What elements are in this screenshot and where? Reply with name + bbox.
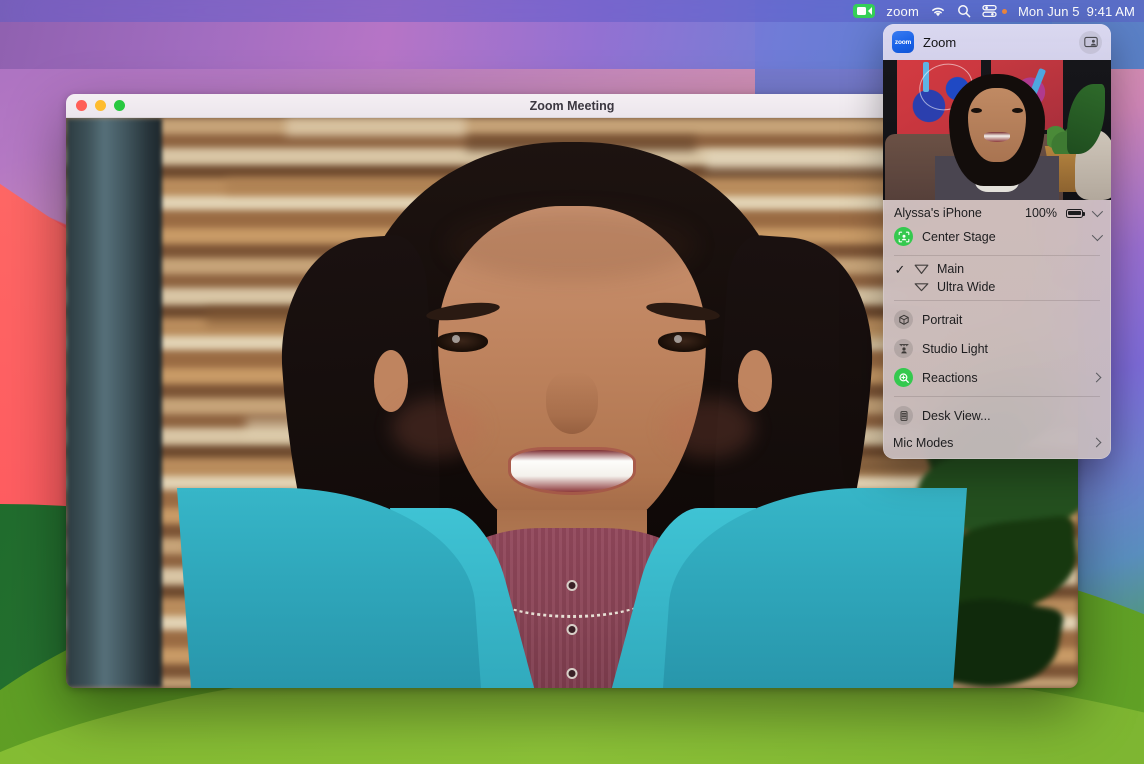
video-control-center-panel: zoom Zoom Alyssa bbox=[883, 24, 1111, 459]
camera-option-main[interactable]: ✓ Main bbox=[883, 260, 1111, 278]
menu-bar-zoom-app[interactable]: zoom bbox=[886, 0, 919, 22]
effect-row-studio-light[interactable]: Studio Light bbox=[883, 334, 1111, 363]
effect-row-reactions[interactable]: Reactions bbox=[883, 363, 1111, 392]
camera-preview[interactable] bbox=[883, 60, 1111, 200]
menu-bar-time[interactable]: 9:41 AM bbox=[1087, 4, 1135, 19]
camera-option-ultra-wide[interactable]: Ultra Wide bbox=[883, 278, 1111, 296]
maximize-button[interactable] bbox=[114, 100, 125, 111]
panel-app-name: Zoom bbox=[923, 35, 1070, 50]
participant-necklace bbox=[491, 570, 653, 618]
panel-app-header: zoom Zoom bbox=[883, 24, 1111, 60]
divider bbox=[894, 300, 1100, 301]
device-info-row[interactable]: Alyssa's iPhone 100% bbox=[883, 200, 1111, 222]
menu-bar-date[interactable]: Mon Jun 5 bbox=[1018, 4, 1080, 19]
menu-bar-spotlight[interactable] bbox=[957, 0, 971, 22]
camera-option-label: Ultra Wide bbox=[937, 280, 1100, 294]
center-stage-row[interactable]: Center Stage bbox=[883, 222, 1111, 251]
center-stage-icon bbox=[894, 227, 913, 246]
menu-bar-app-name: zoom bbox=[886, 4, 919, 19]
desk-view-row[interactable]: Desk View... bbox=[883, 401, 1111, 430]
effect-label: Studio Light bbox=[922, 342, 1100, 356]
effect-label: Portrait bbox=[922, 313, 1100, 327]
meeting-participant bbox=[242, 118, 902, 688]
control-center-icon bbox=[982, 4, 997, 18]
lens-icon bbox=[914, 281, 929, 293]
camera-option-label: Main bbox=[937, 262, 1100, 276]
video-effects-icon bbox=[1084, 36, 1098, 48]
chevron-down-icon[interactable] bbox=[1092, 229, 1103, 240]
preview-person bbox=[929, 72, 1065, 200]
divider bbox=[894, 396, 1100, 397]
device-name: Alyssa's iPhone bbox=[894, 206, 1016, 220]
chevron-right-icon[interactable] bbox=[1092, 438, 1102, 448]
mic-modes-row[interactable]: Mic Modes bbox=[883, 430, 1111, 459]
zoom-app-icon-label: zoom bbox=[895, 39, 911, 46]
battery-full-icon bbox=[1066, 209, 1083, 218]
device-battery-percent: 100% bbox=[1025, 206, 1057, 220]
portrait-cube-icon bbox=[894, 310, 913, 329]
wifi-icon bbox=[930, 5, 946, 18]
menu-bar-control-center[interactable] bbox=[982, 0, 997, 22]
minimize-button[interactable] bbox=[95, 100, 106, 111]
menu-bar: zoom Mon Jun 5 9:41 AM bbox=[0, 0, 1144, 22]
chevron-down-icon[interactable] bbox=[1092, 206, 1103, 217]
desk-view-label: Desk View... bbox=[922, 409, 1100, 423]
desk-view-icon bbox=[894, 406, 913, 425]
effect-label: Reactions bbox=[922, 371, 1084, 385]
recording-indicator-dot bbox=[1002, 9, 1007, 14]
menu-bar-camera-indicator[interactable] bbox=[853, 0, 875, 22]
center-stage-label: Center Stage bbox=[922, 230, 1083, 244]
mic-modes-label: Mic Modes bbox=[893, 436, 1084, 450]
checkmark-icon: ✓ bbox=[894, 263, 906, 276]
close-button[interactable] bbox=[76, 100, 87, 111]
studio-light-icon bbox=[894, 339, 913, 358]
divider bbox=[894, 255, 1100, 256]
reactions-icon bbox=[894, 368, 913, 387]
zoom-app-icon: zoom bbox=[892, 31, 914, 53]
video-camera-icon bbox=[853, 4, 875, 18]
wall-pillar bbox=[66, 118, 162, 688]
effect-row-portrait[interactable]: Portrait bbox=[883, 305, 1111, 334]
lens-icon bbox=[914, 263, 929, 275]
menu-bar-wifi[interactable] bbox=[930, 0, 946, 22]
window-controls bbox=[76, 100, 125, 111]
search-icon bbox=[957, 4, 971, 18]
video-effects-button[interactable] bbox=[1079, 31, 1102, 54]
chevron-right-icon[interactable] bbox=[1092, 373, 1102, 383]
